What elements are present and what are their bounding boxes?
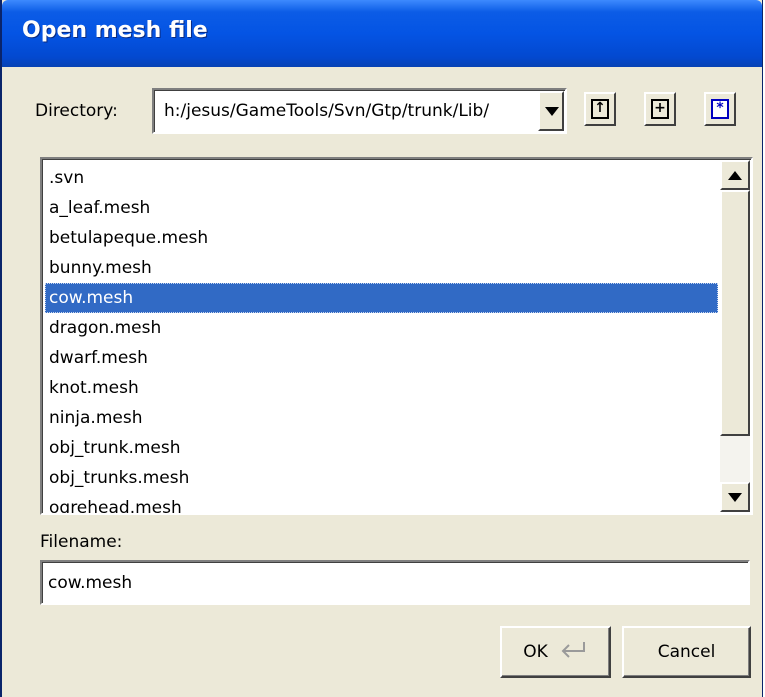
ok-button[interactable]: OK [500, 626, 611, 678]
filter-icon: * [711, 99, 729, 119]
new-folder-button[interactable]: + [644, 92, 676, 126]
new-folder-icon: + [651, 99, 669, 119]
filename-input[interactable] [48, 570, 738, 596]
title-bar[interactable]: Open mesh file [2, 0, 762, 67]
scroll-thumb[interactable] [720, 190, 750, 436]
chevron-down-icon [728, 493, 742, 502]
file-list-item[interactable]: dragon.mesh [45, 313, 718, 343]
scroll-down-button[interactable] [720, 482, 750, 512]
file-list-item[interactable]: .svn [45, 163, 718, 193]
file-list-items: .svn a_leaf.mesh betulapeque.mesh bunny.mes… [45, 163, 718, 513]
file-list-item[interactable]: a_leaf.mesh [45, 193, 718, 223]
directory-value: h:/jesus/GameTools/Svn/Gtp/trunk/Lib/ [164, 101, 490, 121]
file-list-item[interactable]: ogrehead.mesh [45, 493, 718, 513]
vertical-scrollbar[interactable] [720, 160, 750, 512]
dialog-window: Open mesh file Directory: h:/jesus/GameT… [0, 0, 763, 697]
cancel-button[interactable]: Cancel [622, 626, 751, 678]
file-list-item[interactable]: obj_trunk.mesh [45, 433, 718, 463]
directory-dropdown-button[interactable] [538, 91, 564, 131]
file-list[interactable]: .svn a_leaf.mesh betulapeque.mesh bunny.mes… [40, 157, 753, 515]
directory-label: Directory: [35, 101, 118, 121]
up-folder-button[interactable]: ↑ [584, 92, 616, 126]
filename-label: Filename: [40, 532, 123, 552]
chevron-up-icon [728, 171, 742, 180]
file-list-item[interactable]: knot.mesh [45, 373, 718, 403]
directory-combobox[interactable]: h:/jesus/GameTools/Svn/Gtp/trunk/Lib/ [152, 88, 567, 134]
file-list-item[interactable]: dwarf.mesh [45, 343, 718, 373]
file-list-item[interactable]: betulapeque.mesh [45, 223, 718, 253]
file-list-item[interactable]: cow.mesh [45, 283, 718, 313]
ok-label: OK [523, 642, 548, 662]
chevron-down-icon [545, 107, 559, 116]
scroll-up-button[interactable] [720, 160, 750, 190]
file-list-item[interactable]: ninja.mesh [45, 403, 718, 433]
filter-button[interactable]: * [704, 92, 736, 126]
up-folder-icon: ↑ [591, 99, 609, 119]
cancel-label: Cancel [657, 642, 716, 662]
file-list-item[interactable]: obj_trunks.mesh [45, 463, 718, 493]
filename-field[interactable] [40, 560, 750, 605]
file-list-item[interactable]: bunny.mesh [45, 253, 718, 283]
enter-icon [561, 642, 585, 658]
window-title: Open mesh file [22, 18, 208, 43]
